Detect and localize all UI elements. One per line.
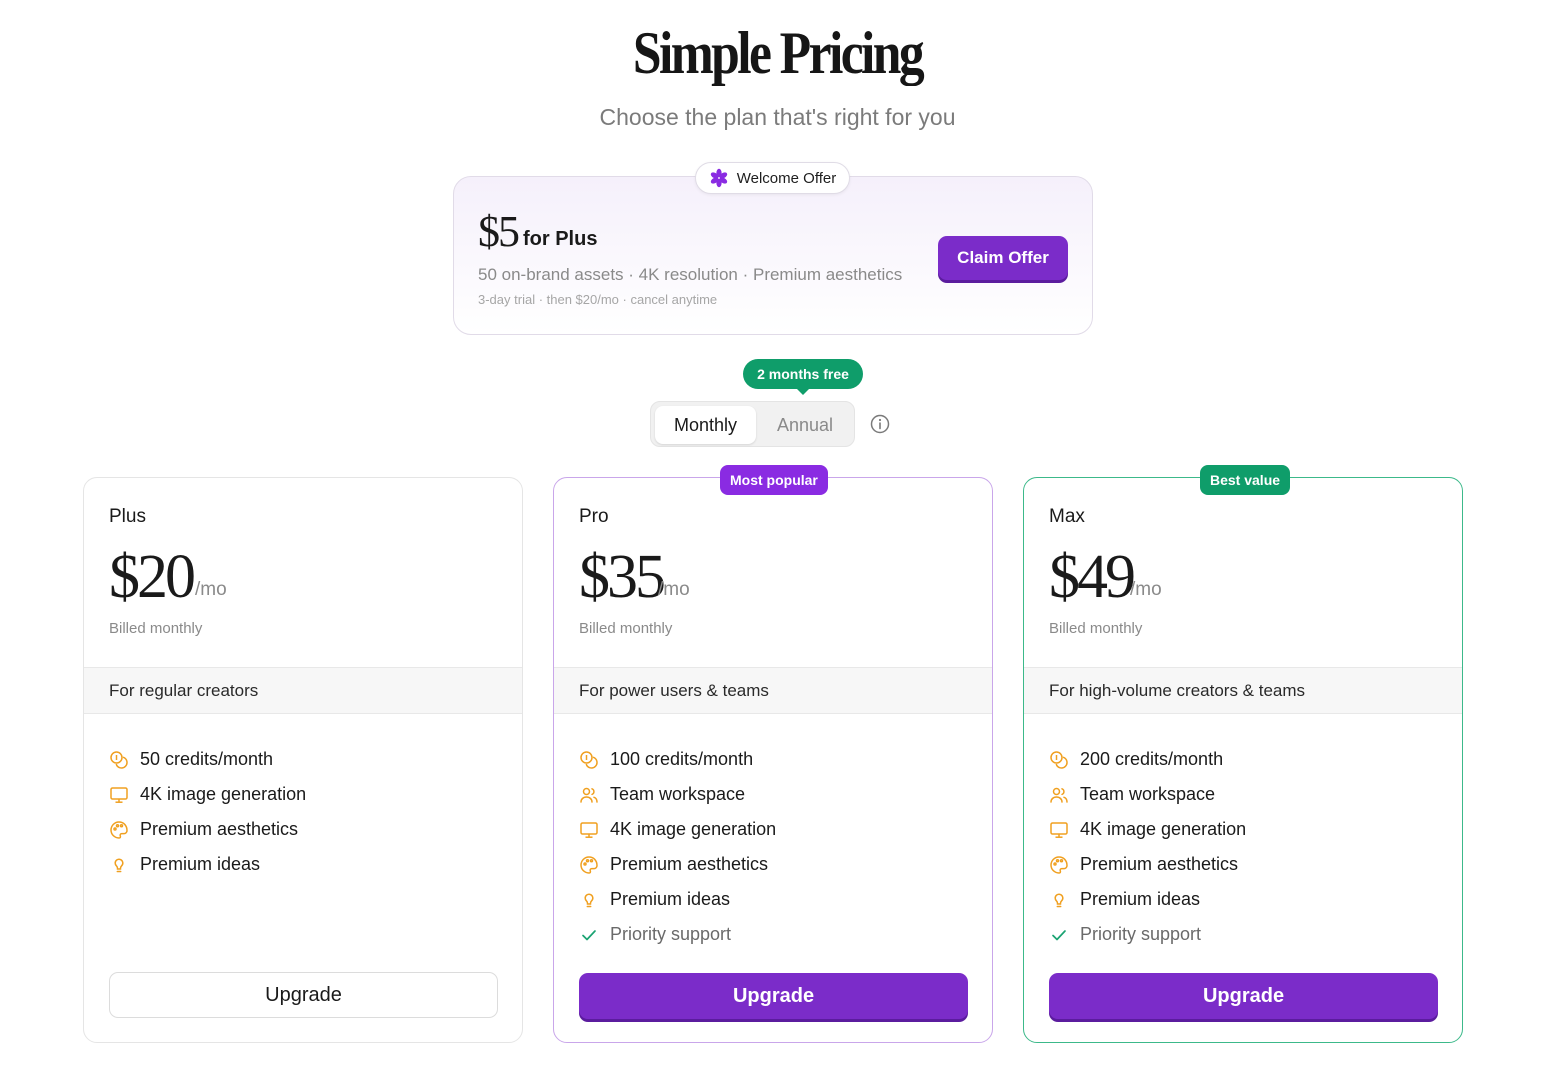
users-icon — [580, 787, 598, 803]
offer-features: 50 on-brand assets · 4K resolution · Pre… — [478, 265, 903, 284]
feature-label: Premium ideas — [610, 889, 731, 909]
feature-label: 4K image generation — [610, 819, 777, 839]
feature-label: 50 credits/month — [140, 749, 274, 769]
feature-label: 4K image generation — [140, 784, 307, 804]
lightbulb-icon — [114, 857, 124, 872]
feature-item: Team workspace — [1049, 777, 1246, 812]
feature-item: Team workspace — [579, 777, 776, 812]
feature-item: Priority support — [579, 917, 776, 952]
plan-billing-note: Billed monthly — [1049, 620, 1143, 637]
feature-label: Premium ideas — [140, 854, 261, 874]
upgrade-pro-button[interactable]: Upgrade — [579, 973, 968, 1019]
feature-label: Team workspace — [1080, 784, 1216, 804]
feature-item: 4K image generation — [109, 777, 306, 812]
feature-label: Team workspace — [610, 784, 746, 804]
feature-list: 50 credits/month 4K image generation Pre… — [109, 742, 306, 882]
palette-icon — [110, 820, 128, 839]
page-subtitle: Choose the plan that's right for you — [599, 104, 956, 130]
feature-label: 4K image generation — [1080, 819, 1247, 839]
coins-icon — [580, 750, 598, 769]
upgrade-max-button[interactable]: Upgrade — [1049, 973, 1438, 1019]
monitor-icon — [1050, 821, 1068, 838]
feature-item: Premium aesthetics — [1049, 847, 1246, 882]
feature-item: Premium ideas — [1049, 882, 1246, 917]
plan-card-max: Best value Max $49 /mo Billed monthly Fo… — [1023, 465, 1463, 1043]
offer-price: $5 — [478, 207, 520, 256]
coins-icon — [110, 750, 128, 769]
feature-item: Premium ideas — [109, 847, 306, 882]
asterisk-icon — [710, 168, 727, 188]
plan-period: /mo — [658, 579, 690, 600]
feature-label: Premium aesthetics — [140, 819, 299, 839]
plan-audience: For regular creators — [84, 667, 522, 714]
feature-item: 50 credits/month — [109, 742, 306, 777]
monitor-icon — [580, 821, 598, 838]
feature-item: 200 credits/month — [1049, 742, 1246, 777]
monitor-icon — [110, 786, 128, 803]
feature-item: 100 credits/month — [579, 742, 776, 777]
feature-label: Premium ideas — [1080, 889, 1201, 909]
feature-label: 100 credits/month — [610, 749, 754, 769]
billing-monthly-option[interactable]: Monthly — [655, 406, 756, 444]
plan-price: $20 — [109, 543, 196, 611]
upgrade-plus-button[interactable]: Upgrade — [109, 972, 498, 1018]
feature-item: Premium aesthetics — [109, 812, 306, 847]
feature-list: 100 credits/month Team workspace 4K imag… — [579, 742, 776, 952]
plan-name: Pro — [579, 506, 609, 527]
most-popular-badge: Most popular — [720, 465, 828, 495]
plan-price: $49 — [1049, 543, 1136, 611]
plan-period: /mo — [195, 579, 227, 600]
feature-item: 4K image generation — [579, 812, 776, 847]
page-title: Simple Pricing — [632, 20, 925, 86]
annual-savings-badge: 2 months free — [743, 359, 863, 395]
feature-item: Priority support — [1049, 917, 1246, 952]
feature-item: Premium aesthetics — [579, 847, 776, 882]
check-icon — [582, 929, 596, 940]
claim-offer-button[interactable]: Claim Offer — [938, 236, 1068, 280]
billing-toggle: Monthly Annual — [650, 401, 855, 447]
feature-label: 200 credits/month — [1080, 749, 1224, 769]
check-icon — [1052, 929, 1066, 940]
plan-name: Plus — [109, 506, 146, 527]
feature-list: 200 credits/month Team workspace 4K imag… — [1049, 742, 1246, 952]
plan-price: $35 — [579, 543, 666, 611]
offer-plan-label: for Plus — [523, 228, 598, 250]
welcome-offer-tag: Welcome Offer — [695, 162, 850, 194]
best-value-badge: Best value — [1200, 465, 1291, 495]
info-icon[interactable] — [869, 413, 891, 435]
plan-period: /mo — [1130, 579, 1162, 600]
feature-label: Premium aesthetics — [610, 854, 769, 874]
feature-item: 4K image generation — [1049, 812, 1246, 847]
plan-billing-note: Billed monthly — [109, 620, 203, 637]
plan-billing-note: Billed monthly — [579, 620, 673, 637]
billing-annual-option[interactable]: Annual — [759, 406, 851, 444]
plan-audience: For high-volume creators & teams — [1024, 667, 1462, 714]
palette-icon — [580, 855, 598, 874]
feature-item: Premium ideas — [579, 882, 776, 917]
feature-label: Priority support — [1080, 924, 1202, 944]
lightbulb-icon — [1054, 892, 1064, 907]
feature-label: Premium aesthetics — [1080, 854, 1239, 874]
lightbulb-icon — [584, 892, 594, 907]
plan-card-pro: Most popular Pro $35 /mo Billed monthly … — [553, 465, 993, 1043]
palette-icon — [1050, 855, 1068, 874]
offer-trial-note: 3-day trial · then $20/mo · cancel anyti… — [478, 292, 718, 307]
welcome-offer-label: Welcome Offer — [736, 169, 837, 187]
users-icon — [1050, 787, 1068, 803]
coins-icon — [1050, 750, 1068, 769]
feature-label: Priority support — [610, 924, 732, 944]
plan-audience: For power users & teams — [554, 667, 992, 714]
plan-card-plus: Plus $20 /mo Billed monthly For regular … — [83, 477, 523, 1043]
plan-name: Max — [1049, 506, 1085, 527]
